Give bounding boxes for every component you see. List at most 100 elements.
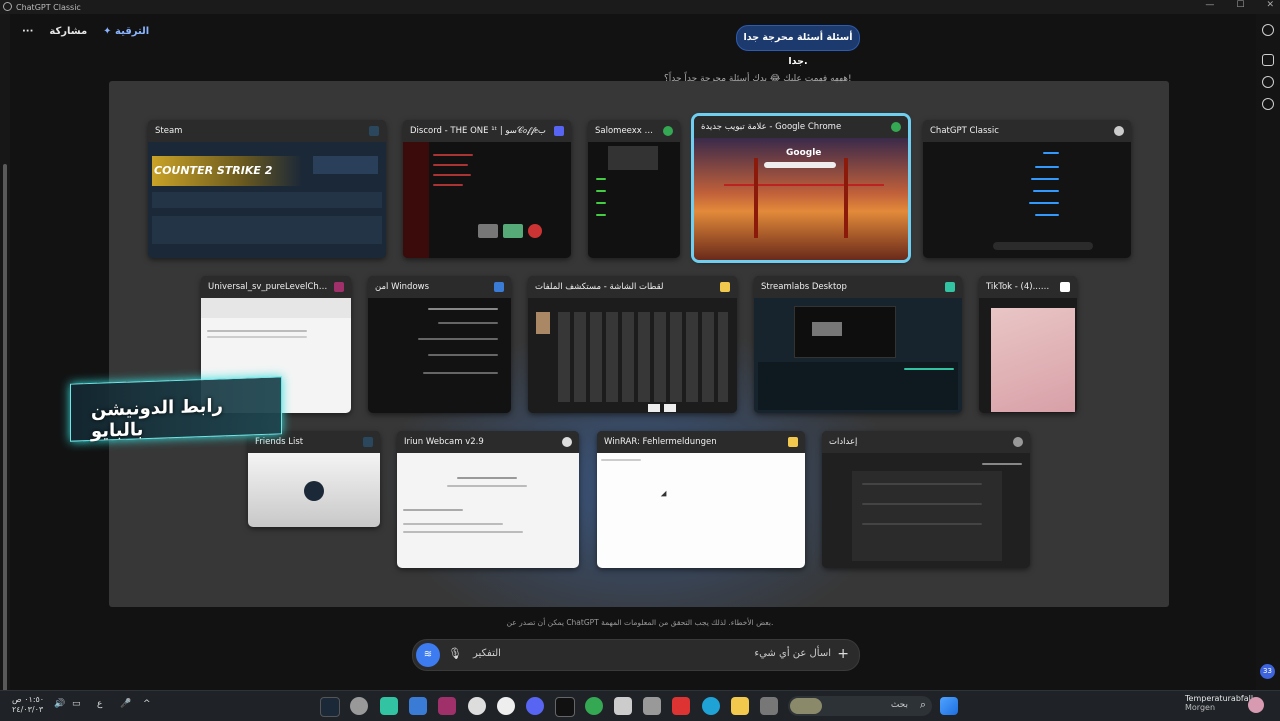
upgrade-button[interactable]: ✦ الترقية	[103, 26, 149, 37]
window-thumb-title: Iriun Webcam v2.9	[404, 437, 484, 447]
gear-icon	[1013, 437, 1023, 447]
chrome-taskbar-icon[interactable]	[585, 697, 603, 715]
window-thumb-title: لقطات الشاشة - مستكشف الملفات	[535, 282, 664, 292]
window-thumb-file-explorer[interactable]: لقطات الشاشة - مستكشف الملفات	[528, 276, 737, 413]
maximize-button[interactable]: ☐	[1236, 0, 1244, 10]
notification-badge[interactable]: 33	[1260, 664, 1275, 679]
window-thumb-windows-security[interactable]: أمن Windows	[368, 276, 511, 413]
taskbar-clock[interactable]: ٠١:٥٠ ص ٢٤/٠٣/٠٣	[12, 695, 44, 715]
google-logo: Google	[786, 148, 822, 158]
window-thumb-chatgpt[interactable]: ChatGPT Classic	[923, 120, 1131, 258]
window-thumb-streamlabs[interactable]: Streamlabs Desktop	[754, 276, 962, 413]
microphone-icon[interactable]: 🎙	[448, 647, 462, 660]
window-title: ChatGPT Classic	[16, 2, 81, 12]
settings-taskbar-icon[interactable]	[350, 697, 368, 715]
windows-taskbar: ٠١:٥٠ ص ٢٤/٠٣/٠٣ 🔊 ▭ ع 🎤 ^ بحث ⌕ Tempera…	[0, 690, 1280, 721]
discord-icon	[554, 126, 564, 136]
weather-title: Temperaturabfall	[1185, 694, 1254, 703]
chat-composer[interactable]: ≋ 🎙 التفكير اسأل عن أي شيء +	[412, 639, 860, 671]
window-thumb-title: علامة تبويب جديدة - Google Chrome	[701, 122, 842, 132]
weather-widget[interactable]: Temperaturabfall Morgen	[1185, 694, 1253, 712]
steam-icon	[363, 437, 373, 447]
chat-topbar: ··· مشاركة ✦ الترقية	[22, 22, 149, 40]
scrollbar-thumb[interactable]	[3, 164, 7, 694]
window-titlebar: ChatGPT Classic — ☐ ✕	[0, 0, 1280, 14]
window-thumb-title: أمن Windows	[375, 282, 430, 292]
network-icon[interactable]: ▭	[72, 699, 81, 709]
window-thumb-title: Streamlabs Desktop	[761, 282, 847, 292]
taskbar-search[interactable]: بحث ⌕	[788, 696, 932, 716]
search-icon[interactable]	[1262, 76, 1274, 88]
chatgpt-logo-icon	[3, 2, 12, 11]
steam-taskbar-icon[interactable]	[320, 697, 340, 717]
taskview-taskbar-icon[interactable]	[760, 697, 778, 715]
thinking-toggle[interactable]: التفكير	[473, 648, 501, 659]
security-taskbar-icon[interactable]	[409, 697, 427, 715]
tiktok-taskbar-icon[interactable]	[555, 697, 575, 717]
window-thumb-steam[interactable]: Steam COUNTER STRIKE 2	[148, 120, 386, 258]
window-thumb-title: Friends List	[255, 437, 304, 447]
task-switcher: Steam COUNTER STRIKE 2 Discord - THE ONE…	[109, 81, 1169, 607]
chatgpt-taskbar-icon[interactable]	[468, 697, 486, 715]
webcam-taskbar-icon[interactable]	[497, 697, 515, 715]
voice-mode-button[interactable]: ≋	[416, 643, 440, 667]
window-thumb-salomeexx[interactable]: Salomeexx Stre...	[588, 120, 680, 258]
search-icon: ⌕	[919, 698, 926, 711]
discord-taskbar-icon[interactable]	[526, 697, 544, 715]
close-button[interactable]: ✕	[1266, 0, 1274, 10]
shield-icon	[494, 282, 504, 292]
new-chat-icon[interactable]	[1262, 54, 1274, 66]
window-thumb-title: WinRAR: Fehlermeldungen	[604, 437, 717, 447]
window-thumb-title: Discord - THE ONE ¹ᵗ | سو𝒞𝑜𝒻𝒻𝑒ب	[410, 126, 546, 136]
tray-expand-icon[interactable]: ^	[143, 699, 151, 709]
clock-time: ٠١:٥٠ ص	[12, 695, 45, 704]
minimize-button[interactable]: —	[1205, 0, 1214, 10]
weather-sub: Morgen	[1185, 703, 1216, 712]
streamlabs-icon	[945, 282, 955, 292]
window-thumb-friends-list[interactable]: Friends List	[248, 431, 380, 527]
window-thumb-title: إعدادات	[829, 437, 858, 447]
window-thumb-title: Steam	[155, 126, 183, 136]
volume-icon[interactable]: 🔊	[54, 699, 65, 709]
store-taskbar-icon[interactable]	[614, 697, 632, 715]
window-thumb-title: TikTok - (4)...اعثر عل	[986, 282, 1055, 292]
scrollbar[interactable]	[0, 14, 10, 694]
chrome-icon	[663, 126, 673, 136]
window-thumb-settings[interactable]: إعدادات	[822, 431, 1030, 568]
streamlabs-taskbar-icon[interactable]	[380, 697, 398, 715]
window-thumb-iriun-webcam[interactable]: Iriun Webcam v2.9	[397, 431, 579, 568]
user-message-bubble: أسئلة أسئلة محرجة جدا جدا.	[736, 25, 860, 67]
share-button[interactable]: مشاركة	[49, 26, 87, 37]
attach-plus-button[interactable]: +	[837, 646, 849, 662]
vivaldi-taskbar-icon[interactable]	[672, 697, 690, 715]
search-placeholder: بحث	[890, 700, 908, 710]
disclaimer: يمكن أن تصدر عن ChatGPT بعض الأخطاء. لذل…	[506, 618, 774, 627]
window-thumb-tiktok[interactable]: TikTok - (4)...اعثر عل	[979, 276, 1077, 413]
window-thumb-title: Universal_sv_pureLevelChanger...	[208, 282, 329, 292]
app-taskbar-icon[interactable]	[643, 697, 661, 715]
edge-taskbar-icon[interactable]	[702, 697, 720, 715]
mic-tray-icon[interactable]: 🎤	[120, 699, 131, 709]
language-indicator[interactable]: ع	[97, 699, 102, 709]
stream-banner: رابط الدونيشن بالبايو	[70, 376, 282, 442]
window-thumb-chrome[interactable]: علامة تبويب جديدة - Google Chrome Google	[691, 113, 911, 263]
chatgpt-icon[interactable]	[1262, 24, 1274, 36]
window-thumb-winrar-errors[interactable]: WinRAR: Fehlermeldungen	[597, 431, 805, 568]
more-button[interactable]: ···	[22, 26, 33, 37]
search-highlight-icon	[790, 698, 822, 714]
window-thumb-title: ChatGPT Classic	[930, 126, 999, 136]
winrar-taskbar-icon[interactable]	[438, 697, 456, 715]
chat-input[interactable]: اسأل عن أي شيء	[754, 648, 831, 659]
chat-bubble-icon[interactable]	[1262, 98, 1274, 110]
banner-text: رابط الدونيشن بالبايو	[91, 395, 223, 442]
chrome-icon	[891, 122, 901, 132]
right-rail: 33	[1256, 14, 1280, 690]
mouse-cursor	[660, 490, 670, 500]
explorer-taskbar-icon[interactable]	[731, 697, 749, 715]
windows-start-icon[interactable]	[940, 697, 958, 715]
tiktok-icon	[1060, 282, 1070, 292]
google-search-box[interactable]	[764, 162, 836, 168]
window-thumb-discord[interactable]: Discord - THE ONE ¹ᵗ | سو𝒞𝑜𝒻𝒻𝑒ب	[403, 120, 571, 258]
folder-icon	[720, 282, 730, 292]
winrar-icon	[334, 282, 344, 292]
